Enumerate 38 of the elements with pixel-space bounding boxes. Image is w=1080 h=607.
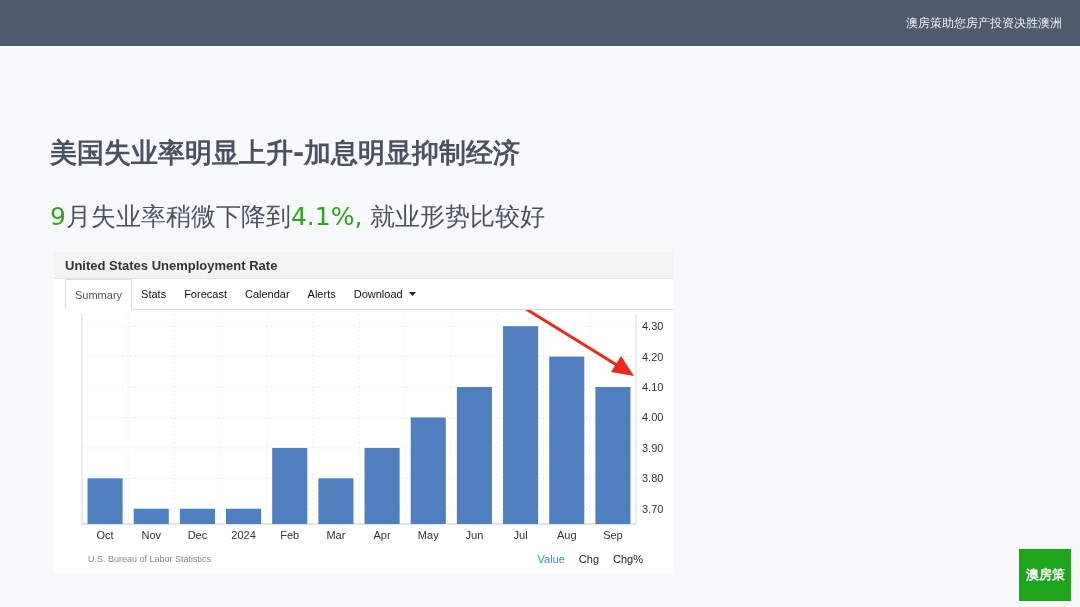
axis-label: 3.70 [642,502,664,515]
widget-title: United States Unemployment Rate [65,257,278,273]
slide-title: 美国失业率明显上升-加息明显抑制经济 [50,136,522,170]
axis-label: 4.20 [642,350,664,363]
tab[interactable]: Alerts [298,279,345,310]
tab[interactable]: Forecast [175,279,236,310]
axis-label: Apr [373,529,391,541]
axis-label: Sep [603,529,623,541]
source-note: U.S. Bureau of Labor Statistics [88,554,212,564]
axis-label: 4.10 [642,381,664,394]
view-toggle[interactable]: Chg [576,553,602,565]
logo: 澳房策 [1019,549,1071,601]
axis-label: Dec [187,529,208,541]
axis-label: Jul [513,529,528,541]
header-tagline: 澳房策助您房产投资决胜澳洲 [906,14,1062,32]
tab[interactable]: Stats [132,279,176,310]
tab[interactable]: Summary [65,279,133,310]
axis-label: Feb [280,529,300,541]
bar [226,508,262,524]
axis-label: 3.80 [642,472,664,485]
tab[interactable]: Calendar [235,279,299,310]
slide-subtitle: 9月失业率稍微下降到4.1%, 就业形势比较好 [50,201,547,233]
tab[interactable]: Download [344,279,425,310]
bar [318,478,354,524]
bar [179,508,215,524]
axis-label: 4.30 [642,320,664,333]
axis-label: 2024 [231,529,256,541]
view-toggle[interactable]: Chg% [611,553,645,565]
axis-label: Mar [326,529,346,541]
axis-label: 4.00 [642,411,664,424]
bar [133,508,169,524]
bar [87,478,123,524]
axis-label: Nov [141,529,162,541]
axis-label: Jun [465,529,484,541]
axis-label: 3.90 [642,441,664,454]
axis-label: May [417,529,439,541]
axis-label: Aug [556,529,577,541]
axis-label: Oct [96,529,114,541]
